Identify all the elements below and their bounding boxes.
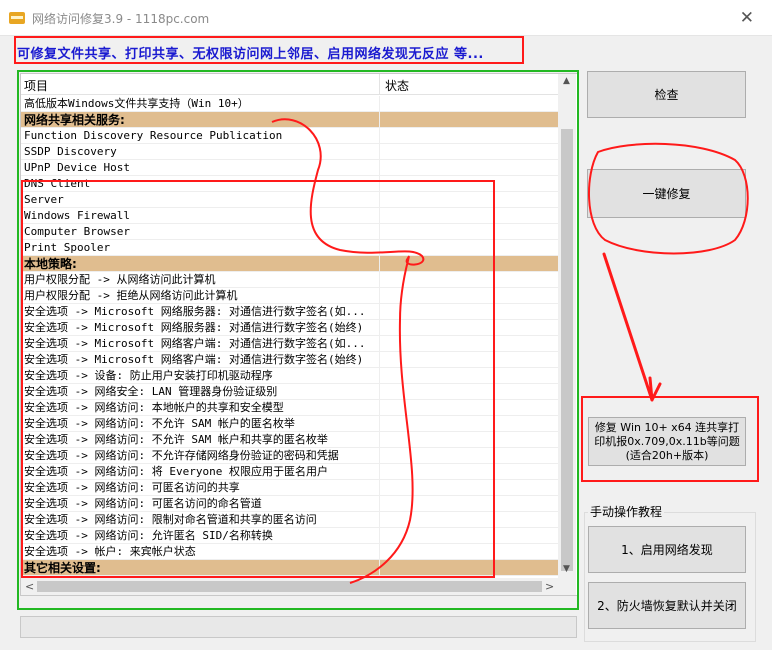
manual-groupbox-label: 手动操作教程 (588, 503, 665, 520)
title-bar: 网络访问修复3.9 - 1118pc.com ✕ (0, 0, 772, 36)
check-button[interactable]: 检查 (587, 71, 746, 118)
arrow-annotation (602, 252, 662, 402)
firewall-reset-button[interactable]: 2、防火墙恢复默认并关闭 (588, 582, 746, 629)
window-title: 网络访问修复3.9 - 1118pc.com (32, 12, 210, 26)
status-bar (20, 616, 577, 638)
list-annotation-box (17, 70, 579, 610)
close-icon[interactable]: ✕ (740, 8, 754, 28)
win10-fix-annotation-box (581, 396, 759, 482)
one-click-repair-button[interactable]: 一键修复 (587, 169, 746, 218)
app-icon (9, 12, 25, 24)
enable-network-discovery-button[interactable]: 1、启用网络发现 (588, 526, 746, 573)
tip-annotation-box (14, 36, 524, 64)
